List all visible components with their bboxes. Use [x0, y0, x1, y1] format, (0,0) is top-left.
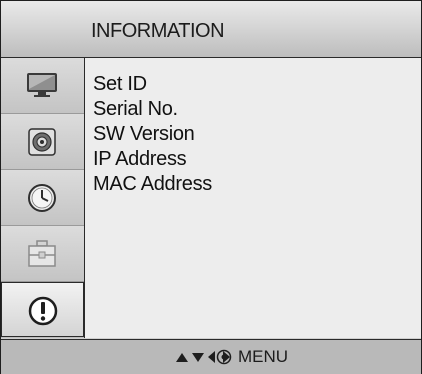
- arrow-down-icon: [192, 353, 204, 362]
- navigation-footer: MENU: [1, 339, 421, 374]
- category-sidebar: [1, 58, 85, 338]
- menu-hint-label: MENU: [238, 347, 289, 366]
- toolbox-icon: [28, 240, 56, 267]
- tv-screen-icon: [27, 73, 57, 97]
- sidebar-item-audio[interactable]: [1, 114, 84, 170]
- sidebar-item-option[interactable]: [1, 226, 84, 282]
- ok-button-icon: [216, 349, 232, 365]
- arrow-up-icon: [176, 353, 188, 362]
- arrow-left-icon: [208, 351, 215, 363]
- sidebar-item-picture[interactable]: [1, 58, 84, 114]
- info-item-sw-version: SW Version: [93, 123, 195, 145]
- info-item-serial-no: Serial No.: [93, 98, 178, 120]
- sidebar-item-time[interactable]: [1, 170, 84, 226]
- speaker-icon: [28, 128, 56, 156]
- info-item-mac-address: MAC Address: [93, 173, 212, 195]
- menu-header: INFORMATION: [1, 1, 421, 58]
- sidebar-item-information[interactable]: [1, 282, 84, 337]
- info-icon: [28, 296, 58, 326]
- clock-icon: [28, 184, 56, 212]
- info-item-ip-address: IP Address: [93, 148, 187, 170]
- info-item-set-id: Set ID: [93, 73, 147, 95]
- osd-menu-window: INFORMATION Set ID Serial No. SW Version…: [0, 0, 422, 374]
- menu-title: INFORMATION: [91, 20, 225, 42]
- information-panel: Set ID Serial No. SW Version IP Address …: [85, 58, 421, 338]
